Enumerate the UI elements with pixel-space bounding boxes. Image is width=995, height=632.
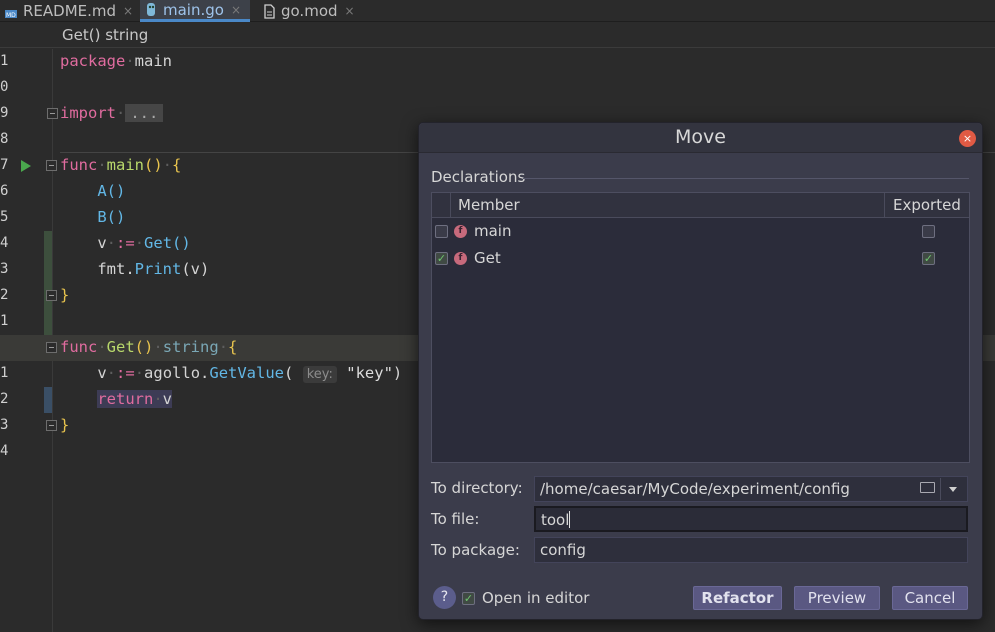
column-header-exported[interactable]: Exported [893,196,961,214]
markdown-file-icon: MD [4,4,18,19]
close-icon[interactable]: × [123,4,133,18]
line-number: 1 [0,53,9,69]
table-header: Member Exported [432,193,969,218]
line-number: 7 [0,157,9,173]
folded-imports[interactable]: ... [125,104,164,122]
move-dialog: Move × Declarations Member Exported f ma… [418,122,983,620]
to-directory-field[interactable]: /home/caesar/MyCode/experiment/config [534,476,968,502]
to-package-field[interactable]: config [534,537,968,563]
member-name: Get [474,249,501,267]
member-checkbox[interactable]: ✓ [435,252,448,265]
to-directory-value: /home/caesar/MyCode/experiment/config [540,480,850,498]
help-button[interactable]: ? [433,586,456,609]
preview-button[interactable]: Preview [794,586,880,610]
exported-checkbox[interactable] [922,225,935,238]
declarations-table[interactable]: Member Exported f main ✓ f Get ✓ [431,192,970,463]
line-number: 4 [0,443,9,459]
line-number: 4 [0,235,9,251]
to-package-label: To package: [431,541,520,559]
close-icon[interactable]: × [231,3,241,17]
code-line: 0 [0,75,995,101]
dialog-title-bar[interactable]: Move × [419,123,982,153]
member-checkbox[interactable] [435,225,448,238]
tab-label: main.go [163,0,224,19]
to-package-value: config [540,541,586,559]
tab-readme[interactable]: MD README.md × [0,0,138,22]
line-number: 3 [0,417,9,433]
cancel-button[interactable]: Cancel [892,586,968,610]
open-in-editor-checkbox[interactable]: ✓ [462,592,475,605]
line-number: 3 [0,261,9,277]
open-in-editor-label[interactable]: Open in editor [482,589,589,607]
fold-expand-icon[interactable] [47,108,58,119]
run-icon[interactable] [21,160,31,172]
to-file-value: tool [541,511,570,529]
refactor-button[interactable]: Refactor [693,586,782,610]
table-row[interactable]: ✓ f Get ✓ [432,246,969,272]
svg-text:MD: MD [6,12,16,19]
function-icon: f [454,252,467,265]
line-number: 1 [0,313,9,329]
fold-collapse-icon[interactable] [46,420,57,431]
table-row[interactable]: f main [432,219,969,245]
line-number: 9 [0,105,9,121]
parameter-hint: key: [302,366,337,383]
line-number: 2 [0,287,9,303]
breadcrumb-item[interactable]: Get() string [62,26,148,44]
declarations-label: Declarations [431,168,526,186]
dialog-title: Move [675,126,726,148]
chevron-down-icon[interactable] [949,487,957,492]
tab-label: README.md [23,2,117,20]
close-icon[interactable]: × [345,4,355,18]
file-icon [262,3,276,19]
tab-go-mod[interactable]: go.mod × [258,0,358,22]
to-file-label: To file: [431,510,480,528]
code-line: 1 package·main [0,52,172,70]
folder-icon[interactable] [920,482,935,493]
editor-tab-bar: MD README.md × main.go × go.mod × [0,0,995,22]
to-file-field[interactable]: tool [534,506,968,532]
line-number: 8 [0,131,9,147]
fold-collapse-icon[interactable] [46,290,57,301]
member-name: main [474,222,512,240]
line-number: 6 [0,183,9,199]
tab-main-go[interactable]: main.go × [140,0,250,22]
line-number: 0 [0,79,9,95]
to-directory-label: To directory: [431,479,523,497]
divider [523,178,969,179]
line-number: 5 [0,209,9,225]
function-icon: f [454,225,467,238]
breadcrumb: Get() string [0,23,995,48]
fold-collapse-icon[interactable] [46,160,57,171]
exported-checkbox[interactable]: ✓ [922,252,935,265]
column-header-member[interactable]: Member [458,196,520,214]
go-file-icon [144,2,158,17]
line-number: 2 [0,391,9,407]
close-icon[interactable]: × [959,130,976,147]
tab-label: go.mod [281,2,338,20]
fold-collapse-icon[interactable] [46,342,57,353]
line-number: 1 [0,365,9,381]
